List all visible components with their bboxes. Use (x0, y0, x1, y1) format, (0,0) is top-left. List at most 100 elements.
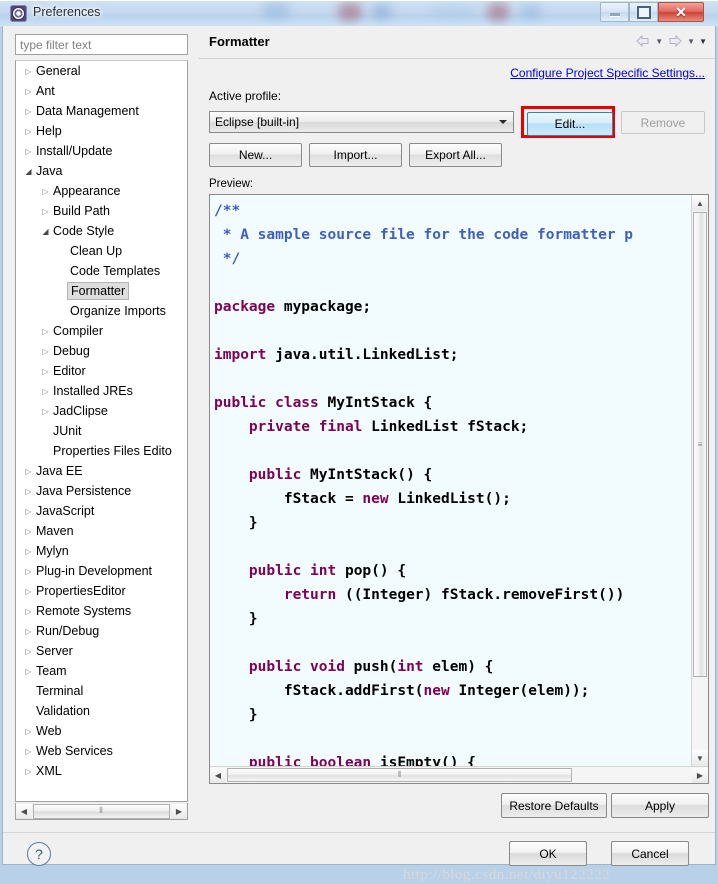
expand-arrow-icon[interactable]: ▷ (39, 207, 52, 216)
forward-arrow-icon[interactable] (667, 34, 683, 48)
sidebar-item-properties-files-edito[interactable]: ▷Properties Files Edito (16, 441, 187, 461)
sidebar-item-terminal[interactable]: ▷Terminal (16, 681, 187, 701)
sidebar-item-web[interactable]: ▷ Web (16, 721, 187, 741)
expand-arrow-icon[interactable]: ▷ (22, 467, 35, 476)
active-profile-combo[interactable]: Eclipse [built-in] (209, 111, 514, 133)
expand-arrow-icon[interactable]: ▷ (22, 747, 35, 756)
sidebar-item-java[interactable]: ◢ Java (16, 161, 187, 181)
apply-button[interactable]: Apply (611, 793, 709, 818)
forward-dropdown-icon[interactable]: ▼ (687, 37, 695, 46)
sidebar-item-validation[interactable]: ▷Validation (16, 701, 187, 721)
expand-arrow-icon[interactable]: ▷ (22, 127, 35, 136)
expand-arrow-icon[interactable]: ▷ (39, 387, 52, 396)
expand-arrow-icon[interactable]: ▷ (39, 347, 52, 356)
back-arrow-icon[interactable] (635, 34, 651, 48)
expand-arrow-icon[interactable]: ▷ (39, 367, 52, 376)
edit-button[interactable]: Edit... (527, 112, 613, 136)
sidebar-item-mylyn[interactable]: ▷ Mylyn (16, 541, 187, 561)
sidebar-item-clean-up[interactable]: ▷Clean Up (16, 241, 187, 261)
preview-horizontal-scrollbar[interactable]: ◀ ⦀ ▶ (210, 766, 708, 783)
collapse-arrow-icon[interactable]: ◢ (22, 167, 35, 176)
minimize-button[interactable] (600, 2, 629, 22)
sidebar-item-maven[interactable]: ▷ Maven (16, 521, 187, 541)
sidebar-item-team[interactable]: ▷ Team (16, 661, 187, 681)
expand-arrow-icon[interactable]: ▷ (22, 87, 35, 96)
expand-arrow-icon[interactable]: ▷ (22, 527, 35, 536)
expand-arrow-icon[interactable]: ▷ (39, 327, 52, 336)
scroll-left-icon[interactable]: ◀ (16, 803, 32, 819)
cancel-button[interactable]: Cancel (611, 841, 689, 866)
sidebar-item-compiler[interactable]: ▷ Compiler (16, 321, 187, 341)
expand-arrow-icon[interactable]: ▷ (22, 507, 35, 516)
sidebar-item-formatter[interactable]: ▷Formatter (16, 281, 187, 301)
scroll-left-icon[interactable]: ◀ (210, 767, 226, 783)
import-profile-button[interactable]: Import... (309, 143, 402, 167)
sidebar-item-data-management[interactable]: ▷ Data Management (16, 101, 187, 121)
expand-arrow-icon[interactable]: ▷ (22, 607, 35, 616)
expand-arrow-icon[interactable]: ▷ (22, 767, 35, 776)
sidebar-item-appearance[interactable]: ▷ Appearance (16, 181, 187, 201)
sidebar-item-server[interactable]: ▷ Server (16, 641, 187, 661)
sidebar-item-organize-imports[interactable]: ▷Organize Imports (16, 301, 187, 321)
sidebar-item-build-path[interactable]: ▷ Build Path (16, 201, 187, 221)
expand-arrow-icon[interactable]: ▷ (22, 487, 35, 496)
scroll-right-icon[interactable]: ▶ (171, 803, 187, 819)
scrollbar-thumb[interactable]: ≡ (693, 212, 707, 677)
filter-input[interactable]: type filter text (15, 34, 188, 55)
view-menu-icon[interactable]: ▼ (699, 37, 707, 46)
expand-arrow-icon[interactable]: ▷ (22, 647, 35, 656)
expand-arrow-icon[interactable]: ▷ (39, 187, 52, 196)
expand-arrow-icon[interactable]: ▷ (39, 407, 52, 416)
maximize-button[interactable] (629, 2, 658, 22)
preview-vertical-scrollbar[interactable]: ▲ ≡ ▼ (691, 195, 708, 766)
configure-project-specific-settings-link[interactable]: Configure Project Specific Settings... (510, 66, 705, 80)
sidebar-item-code-templates[interactable]: ▷Code Templates (16, 261, 187, 281)
sidebar-item-help[interactable]: ▷ Help (16, 121, 187, 141)
eclipse-gear-icon (10, 5, 27, 22)
close-button[interactable]: ✕ (658, 2, 704, 22)
scrollbar-thumb[interactable]: ⦀ (227, 768, 572, 782)
expand-arrow-icon[interactable]: ▷ (22, 147, 35, 156)
back-dropdown-icon[interactable]: ▼ (655, 37, 663, 46)
sidebar-item-remote-systems[interactable]: ▷ Remote Systems (16, 601, 187, 621)
expand-arrow-icon[interactable]: ▷ (22, 547, 35, 556)
sidebar-item-xml[interactable]: ▷ XML (16, 761, 187, 781)
sidebar-item-ant[interactable]: ▷ Ant (16, 81, 187, 101)
tree-horizontal-scrollbar[interactable]: ◀ ⦀ ▶ (15, 803, 188, 820)
expand-arrow-icon[interactable]: ▷ (22, 727, 35, 736)
help-icon[interactable]: ? (27, 842, 51, 866)
export-all-button[interactable]: Export All... (409, 143, 502, 167)
scrollbar-thumb[interactable]: ⦀ (33, 803, 170, 819)
scroll-up-icon[interactable]: ▲ (692, 195, 708, 211)
preferences-tree[interactable]: ▷ General ▷ Ant ▷ Data Management ▷ Help ▷ Instal… (15, 60, 188, 802)
sidebar-item-code-style[interactable]: ◢ Code Style (16, 221, 187, 241)
sidebar-item-web-services[interactable]: ▷ Web Services (16, 741, 187, 761)
expand-arrow-icon[interactable]: ▷ (22, 107, 35, 116)
sidebar-item-debug[interactable]: ▷ Debug (16, 341, 187, 361)
scroll-right-icon[interactable]: ▶ (692, 767, 708, 783)
sidebar-item-java-persistence[interactable]: ▷ Java Persistence (16, 481, 187, 501)
sidebar-item-jadclipse[interactable]: ▷ JadClipse (16, 401, 187, 421)
ok-button[interactable]: OK (509, 841, 587, 866)
expand-arrow-icon[interactable]: ▷ (22, 567, 35, 576)
restore-defaults-button[interactable]: Restore Defaults (501, 793, 607, 818)
remove-button[interactable]: Remove (621, 111, 705, 134)
sidebar-item-general[interactable]: ▷ General (16, 61, 187, 81)
sidebar-item-java-ee[interactable]: ▷ Java EE (16, 461, 187, 481)
sidebar-item-run-debug[interactable]: ▷ Run/Debug (16, 621, 187, 641)
code-line: return ((Integer) fStack.removeFirst()) (214, 583, 686, 607)
expand-arrow-icon[interactable]: ▷ (22, 67, 35, 76)
expand-arrow-icon[interactable]: ▷ (22, 627, 35, 636)
expand-arrow-icon[interactable]: ▷ (22, 587, 35, 596)
sidebar-item-plug-in-development[interactable]: ▷ Plug-in Development (16, 561, 187, 581)
collapse-arrow-icon[interactable]: ◢ (39, 227, 52, 236)
new-profile-button[interactable]: New... (209, 143, 302, 167)
sidebar-item-installed-jres[interactable]: ▷ Installed JREs (16, 381, 187, 401)
sidebar-item-javascript[interactable]: ▷ JavaScript (16, 501, 187, 521)
sidebar-item-editor[interactable]: ▷ Editor (16, 361, 187, 381)
sidebar-item-propertieseditor[interactable]: ▷ PropertiesEditor (16, 581, 187, 601)
scroll-down-icon[interactable]: ▼ (692, 750, 708, 766)
sidebar-item-junit[interactable]: ▷JUnit (16, 421, 187, 441)
sidebar-item-install-update[interactable]: ▷ Install/Update (16, 141, 187, 161)
expand-arrow-icon[interactable]: ▷ (22, 667, 35, 676)
